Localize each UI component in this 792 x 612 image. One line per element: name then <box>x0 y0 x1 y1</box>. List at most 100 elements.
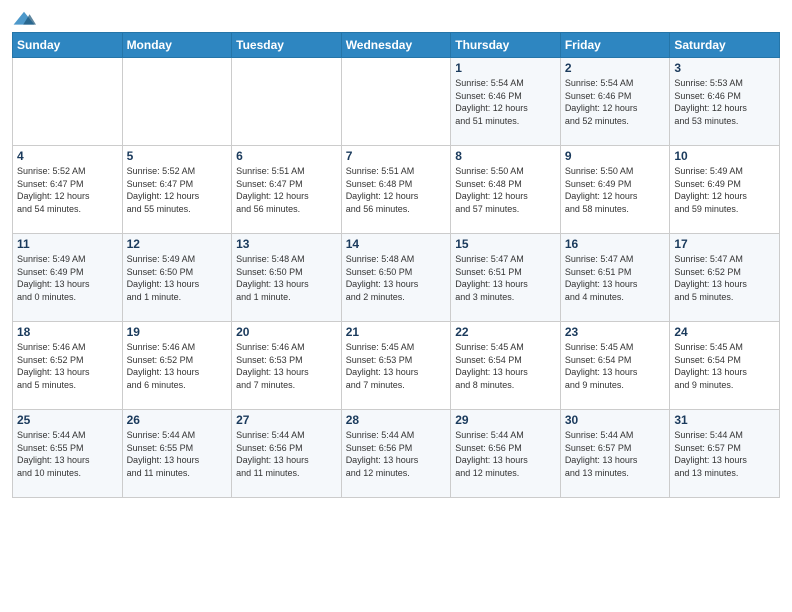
day-info: Sunrise: 5:49 AM Sunset: 6:50 PM Dayligh… <box>127 253 228 303</box>
day-info: Sunrise: 5:50 AM Sunset: 6:48 PM Dayligh… <box>455 165 556 215</box>
day-info: Sunrise: 5:46 AM Sunset: 6:53 PM Dayligh… <box>236 341 337 391</box>
day-header-wednesday: Wednesday <box>341 33 451 58</box>
day-cell: 30 Sunrise: 5:44 AM Sunset: 6:57 PM Dayli… <box>560 410 670 498</box>
day-header-tuesday: Tuesday <box>232 33 342 58</box>
day-info: Sunrise: 5:45 AM Sunset: 6:54 PM Dayligh… <box>565 341 666 391</box>
day-cell: 27 Sunrise: 5:44 AM Sunset: 6:56 PM Dayli… <box>232 410 342 498</box>
day-number: 19 <box>127 325 228 339</box>
day-cell: 1 Sunrise: 5:54 AM Sunset: 6:46 PM Daylig… <box>451 58 561 146</box>
day-number: 25 <box>17 413 118 427</box>
day-info: Sunrise: 5:48 AM Sunset: 6:50 PM Dayligh… <box>346 253 447 303</box>
day-info: Sunrise: 5:46 AM Sunset: 6:52 PM Dayligh… <box>17 341 118 391</box>
day-info: Sunrise: 5:47 AM Sunset: 6:51 PM Dayligh… <box>565 253 666 303</box>
day-info: Sunrise: 5:45 AM Sunset: 6:54 PM Dayligh… <box>455 341 556 391</box>
day-info: Sunrise: 5:44 AM Sunset: 6:56 PM Dayligh… <box>455 429 556 479</box>
day-number: 18 <box>17 325 118 339</box>
day-header-thursday: Thursday <box>451 33 561 58</box>
day-cell: 12 Sunrise: 5:49 AM Sunset: 6:50 PM Dayli… <box>122 234 232 322</box>
day-cell: 3 Sunrise: 5:53 AM Sunset: 6:46 PM Daylig… <box>670 58 780 146</box>
day-cell: 26 Sunrise: 5:44 AM Sunset: 6:55 PM Dayli… <box>122 410 232 498</box>
day-number: 20 <box>236 325 337 339</box>
day-info: Sunrise: 5:44 AM Sunset: 6:57 PM Dayligh… <box>565 429 666 479</box>
day-info: Sunrise: 5:45 AM Sunset: 6:53 PM Dayligh… <box>346 341 447 391</box>
day-number: 10 <box>674 149 775 163</box>
day-info: Sunrise: 5:44 AM Sunset: 6:55 PM Dayligh… <box>127 429 228 479</box>
day-info: Sunrise: 5:54 AM Sunset: 6:46 PM Dayligh… <box>565 77 666 127</box>
day-header-saturday: Saturday <box>670 33 780 58</box>
day-cell: 21 Sunrise: 5:45 AM Sunset: 6:53 PM Dayli… <box>341 322 451 410</box>
day-number: 1 <box>455 61 556 75</box>
day-info: Sunrise: 5:52 AM Sunset: 6:47 PM Dayligh… <box>127 165 228 215</box>
day-cell: 20 Sunrise: 5:46 AM Sunset: 6:53 PM Dayli… <box>232 322 342 410</box>
day-number: 17 <box>674 237 775 251</box>
day-cell <box>232 58 342 146</box>
day-cell: 4 Sunrise: 5:52 AM Sunset: 6:47 PM Daylig… <box>13 146 123 234</box>
day-number: 5 <box>127 149 228 163</box>
day-number: 6 <box>236 149 337 163</box>
day-info: Sunrise: 5:50 AM Sunset: 6:49 PM Dayligh… <box>565 165 666 215</box>
day-info: Sunrise: 5:54 AM Sunset: 6:46 PM Dayligh… <box>455 77 556 127</box>
day-info: Sunrise: 5:45 AM Sunset: 6:54 PM Dayligh… <box>674 341 775 391</box>
day-info: Sunrise: 5:49 AM Sunset: 6:49 PM Dayligh… <box>674 165 775 215</box>
day-cell: 11 Sunrise: 5:49 AM Sunset: 6:49 PM Dayli… <box>13 234 123 322</box>
day-number: 30 <box>565 413 666 427</box>
day-number: 12 <box>127 237 228 251</box>
day-info: Sunrise: 5:51 AM Sunset: 6:48 PM Dayligh… <box>346 165 447 215</box>
week-row-3: 11 Sunrise: 5:49 AM Sunset: 6:49 PM Dayli… <box>13 234 780 322</box>
day-number: 26 <box>127 413 228 427</box>
day-number: 23 <box>565 325 666 339</box>
day-info: Sunrise: 5:44 AM Sunset: 6:55 PM Dayligh… <box>17 429 118 479</box>
day-number: 31 <box>674 413 775 427</box>
day-number: 2 <box>565 61 666 75</box>
day-number: 16 <box>565 237 666 251</box>
calendar-table: SundayMondayTuesdayWednesdayThursdayFrid… <box>12 32 780 498</box>
day-cell <box>13 58 123 146</box>
day-cell: 17Sunrise: 5:47 AM Sunset: 6:52 PM Dayli… <box>670 234 780 322</box>
week-row-4: 18 Sunrise: 5:46 AM Sunset: 6:52 PM Dayli… <box>13 322 780 410</box>
day-number: 7 <box>346 149 447 163</box>
day-number: 27 <box>236 413 337 427</box>
day-cell: 14 Sunrise: 5:48 AM Sunset: 6:50 PM Dayli… <box>341 234 451 322</box>
day-number: 3 <box>674 61 775 75</box>
day-cell: 22 Sunrise: 5:45 AM Sunset: 6:54 PM Dayli… <box>451 322 561 410</box>
day-number: 4 <box>17 149 118 163</box>
day-cell: 31Sunrise: 5:44 AM Sunset: 6:57 PM Dayli… <box>670 410 780 498</box>
day-cell: 19 Sunrise: 5:46 AM Sunset: 6:52 PM Dayli… <box>122 322 232 410</box>
day-info: Sunrise: 5:47 AM Sunset: 6:51 PM Dayligh… <box>455 253 556 303</box>
day-cell: 15Sunrise: 5:47 AM Sunset: 6:51 PM Dayli… <box>451 234 561 322</box>
day-cell: 2 Sunrise: 5:54 AM Sunset: 6:46 PM Daylig… <box>560 58 670 146</box>
day-cell: 6 Sunrise: 5:51 AM Sunset: 6:47 PM Daylig… <box>232 146 342 234</box>
day-info: Sunrise: 5:44 AM Sunset: 6:56 PM Dayligh… <box>236 429 337 479</box>
day-number: 9 <box>565 149 666 163</box>
day-cell: 18 Sunrise: 5:46 AM Sunset: 6:52 PM Dayli… <box>13 322 123 410</box>
day-cell: 10 Sunrise: 5:49 AM Sunset: 6:49 PM Dayli… <box>670 146 780 234</box>
day-cell: 16 Sunrise: 5:47 AM Sunset: 6:51 PM Dayli… <box>560 234 670 322</box>
header <box>12 10 780 28</box>
day-number: 14 <box>346 237 447 251</box>
day-number: 11 <box>17 237 118 251</box>
logo <box>12 10 38 28</box>
day-cell: 23 Sunrise: 5:45 AM Sunset: 6:54 PM Dayli… <box>560 322 670 410</box>
week-row-2: 4 Sunrise: 5:52 AM Sunset: 6:47 PM Daylig… <box>13 146 780 234</box>
day-info: Sunrise: 5:51 AM Sunset: 6:47 PM Dayligh… <box>236 165 337 215</box>
day-number: 28 <box>346 413 447 427</box>
week-row-5: 25 Sunrise: 5:44 AM Sunset: 6:55 PM Dayli… <box>13 410 780 498</box>
day-number: 22 <box>455 325 556 339</box>
day-info: Sunrise: 5:52 AM Sunset: 6:47 PM Dayligh… <box>17 165 118 215</box>
day-cell: 24Sunrise: 5:45 AM Sunset: 6:54 PM Dayli… <box>670 322 780 410</box>
day-cell: 8 Sunrise: 5:50 AM Sunset: 6:48 PM Daylig… <box>451 146 561 234</box>
day-number: 8 <box>455 149 556 163</box>
day-info: Sunrise: 5:53 AM Sunset: 6:46 PM Dayligh… <box>674 77 775 127</box>
day-cell: 9 Sunrise: 5:50 AM Sunset: 6:49 PM Daylig… <box>560 146 670 234</box>
day-header-row: SundayMondayTuesdayWednesdayThursdayFrid… <box>13 33 780 58</box>
day-header-sunday: Sunday <box>13 33 123 58</box>
day-info: Sunrise: 5:46 AM Sunset: 6:52 PM Dayligh… <box>127 341 228 391</box>
day-number: 21 <box>346 325 447 339</box>
calendar-container: SundayMondayTuesdayWednesdayThursdayFrid… <box>0 0 792 508</box>
day-cell: 28 Sunrise: 5:44 AM Sunset: 6:56 PM Dayli… <box>341 410 451 498</box>
day-info: Sunrise: 5:49 AM Sunset: 6:49 PM Dayligh… <box>17 253 118 303</box>
day-info: Sunrise: 5:44 AM Sunset: 6:56 PM Dayligh… <box>346 429 447 479</box>
week-row-1: 1 Sunrise: 5:54 AM Sunset: 6:46 PM Daylig… <box>13 58 780 146</box>
day-cell: 7 Sunrise: 5:51 AM Sunset: 6:48 PM Daylig… <box>341 146 451 234</box>
day-cell: 29Sunrise: 5:44 AM Sunset: 6:56 PM Dayli… <box>451 410 561 498</box>
